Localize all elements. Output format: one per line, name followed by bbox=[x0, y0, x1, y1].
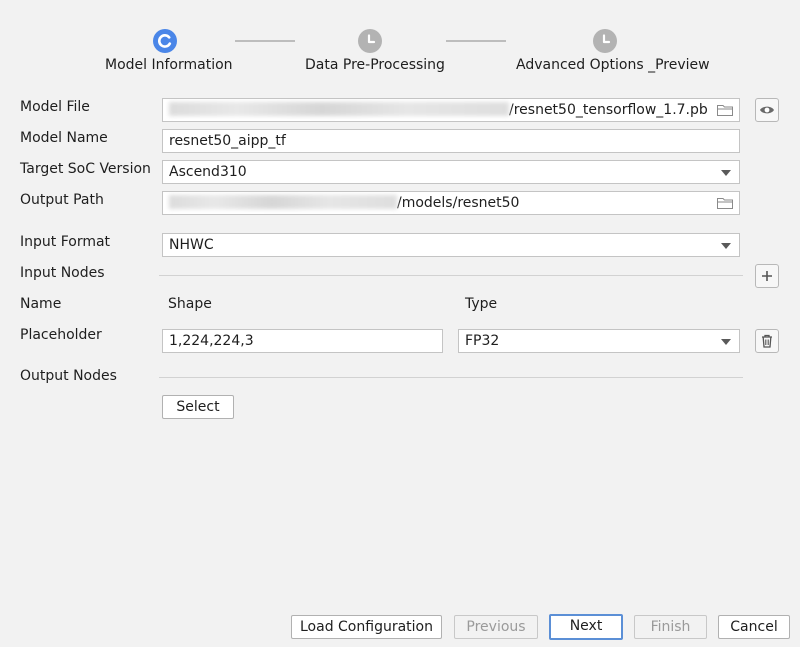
step-2-label: Data Pre-Processing bbox=[305, 57, 445, 73]
input-node-type-value: FP32 bbox=[465, 333, 500, 349]
output-nodes-label: Output Nodes bbox=[20, 368, 117, 384]
step-1-in-progress-icon bbox=[153, 29, 177, 53]
target-soc-value: Ascend310 bbox=[169, 164, 247, 180]
model-file-input[interactable]: /resnet50_tensorflow_1.7.pb bbox=[162, 98, 740, 122]
cancel-button[interactable]: Cancel bbox=[718, 615, 790, 639]
input-format-select[interactable]: NHWC bbox=[162, 233, 740, 257]
input-format-label: Input Format bbox=[20, 234, 111, 250]
model-file-value: /resnet50_tensorflow_1.7.pb bbox=[509, 102, 708, 118]
target-soc-select[interactable]: Ascend310 bbox=[162, 160, 740, 184]
eye-icon bbox=[760, 106, 774, 114]
select-output-nodes-button[interactable]: Select bbox=[162, 395, 234, 419]
col-name-header: Name bbox=[20, 296, 62, 312]
load-configuration-button[interactable]: Load Configuration bbox=[291, 615, 442, 639]
output-nodes-divider bbox=[159, 377, 743, 378]
output-path-value: /models/resnet50 bbox=[397, 195, 520, 211]
step-1-label: Model Information bbox=[105, 57, 233, 73]
next-button[interactable]: Next bbox=[549, 614, 623, 640]
input-node-name: Placeholder bbox=[20, 327, 102, 343]
input-nodes-divider bbox=[159, 275, 743, 276]
model-name-label: Model Name bbox=[20, 130, 108, 146]
trash-icon bbox=[762, 334, 772, 348]
output-path-input[interactable]: /models/resnet50 bbox=[162, 191, 740, 215]
chevron-down-icon bbox=[721, 243, 731, 249]
view-model-button[interactable] bbox=[755, 98, 779, 122]
add-input-node-button[interactable] bbox=[755, 264, 779, 288]
input-format-value: NHWC bbox=[169, 237, 214, 253]
finish-button[interactable]: Finish bbox=[634, 615, 707, 639]
stepper: Model Information Data Pre-Processing Ad… bbox=[0, 0, 800, 90]
target-soc-label: Target SoC Version bbox=[20, 161, 151, 177]
folder-icon[interactable] bbox=[717, 104, 733, 116]
input-node-type-select[interactable]: FP32 bbox=[458, 329, 740, 353]
step-2-clock-icon bbox=[358, 29, 382, 53]
folder-icon[interactable] bbox=[717, 197, 733, 209]
model-file-label: Model File bbox=[20, 99, 90, 115]
input-nodes-label: Input Nodes bbox=[20, 265, 105, 281]
output-path-label: Output Path bbox=[20, 192, 104, 208]
delete-input-node-button[interactable] bbox=[755, 329, 779, 353]
step-connector bbox=[446, 40, 506, 42]
redacted-path bbox=[169, 102, 509, 116]
step-3-label: Advanced Options _Preview bbox=[516, 57, 710, 73]
chevron-down-icon bbox=[721, 339, 731, 345]
previous-button[interactable]: Previous bbox=[454, 615, 538, 639]
input-node-shape-input[interactable]: 1,224,224,3 bbox=[162, 329, 443, 353]
redacted-path bbox=[169, 195, 397, 209]
step-connector bbox=[235, 40, 295, 42]
step-3-clock-icon bbox=[593, 29, 617, 53]
col-shape-header: Shape bbox=[168, 296, 212, 312]
chevron-down-icon bbox=[721, 170, 731, 176]
plus-icon bbox=[762, 271, 772, 281]
col-type-header: Type bbox=[465, 296, 498, 312]
model-name-input[interactable]: resnet50_aipp_tf bbox=[162, 129, 740, 153]
